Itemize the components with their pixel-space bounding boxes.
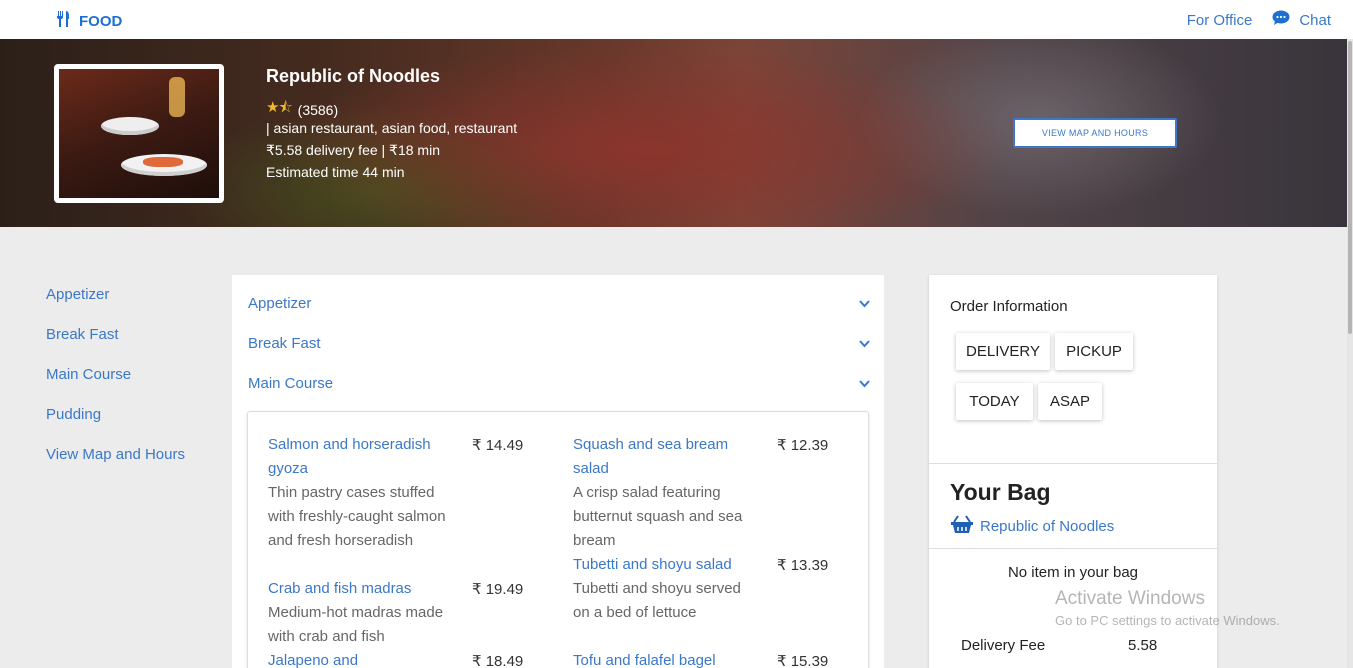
basket-icon xyxy=(950,514,974,538)
menu-item[interactable]: Salmon and horseradish gyoza Thin pastry… xyxy=(268,433,448,553)
restaurant-categories: | asian restaurant, asian food, restaura… xyxy=(266,120,518,136)
menu-item[interactable]: Tofu and falafel bagel xyxy=(573,649,773,668)
item-price: ₹ 15.39 xyxy=(777,653,829,668)
chat-link[interactable]: Chat xyxy=(1272,10,1331,30)
bag-restaurant[interactable]: Republic of Noodles xyxy=(950,514,1114,538)
star-rating-icon: ★⯪ xyxy=(266,99,293,116)
rating-count: (3586) xyxy=(297,101,339,118)
top-navbar: FOOD For Office Chat xyxy=(0,0,1353,39)
restaurant-name: Republic of Noodles xyxy=(266,66,441,86)
sidebar-item-main-course[interactable]: Main Course xyxy=(46,365,185,405)
item-price: ₹ 18.49 xyxy=(472,653,524,668)
delivery-fee-value: 5.58 xyxy=(1128,637,1158,654)
category-breakfast[interactable]: Break Fast xyxy=(248,335,870,352)
estimated-time: Estimated time 44 min xyxy=(266,164,405,180)
category-main-course[interactable]: Main Course xyxy=(248,375,870,392)
item-name[interactable]: Crab and fish madras xyxy=(268,577,448,601)
category-label: Break Fast xyxy=(248,335,321,352)
item-price: ₹ 14.49 xyxy=(472,437,524,454)
chevron-down-icon xyxy=(859,295,870,312)
menu-item[interactable]: Tubetti and shoyu salad Tubetti and shoy… xyxy=(573,553,753,625)
today-button[interactable]: TODAY xyxy=(956,383,1033,420)
item-name[interactable]: Tubetti and shoyu salad xyxy=(573,553,753,577)
for-office-link[interactable]: For Office xyxy=(1187,12,1253,29)
item-price: ₹ 12.39 xyxy=(777,437,829,454)
menu-panel: Appetizer Break Fast Main Course Salmon … xyxy=(232,275,884,668)
item-name[interactable]: Squash and sea bream salad xyxy=(573,433,753,481)
item-description: A crisp salad featuring butternut squash… xyxy=(573,484,743,549)
order-info-title: Order Information xyxy=(950,298,1068,315)
category-appetizer[interactable]: Appetizer xyxy=(248,295,870,312)
bag-title: Your Bag xyxy=(950,479,1051,505)
menu-item[interactable]: Jalapeno and xyxy=(268,649,448,668)
fork-knife-icon xyxy=(55,10,71,32)
brand-name: FOOD xyxy=(79,12,123,30)
chevron-down-icon xyxy=(859,375,870,392)
asap-button[interactable]: ASAP xyxy=(1038,383,1102,420)
bag-restaurant-name: Republic of Noodles xyxy=(980,517,1115,535)
sidebar-item-breakfast[interactable]: Break Fast xyxy=(46,325,185,365)
item-description: Thin pastry cases stuffed with freshly-c… xyxy=(268,484,446,549)
sidebar-item-view-map[interactable]: View Map and Hours xyxy=(46,445,185,485)
menu-items-list: Salmon and horseradish gyoza Thin pastry… xyxy=(247,411,869,668)
category-sidebar: Appetizer Break Fast Main Course Pudding… xyxy=(46,285,185,485)
divider xyxy=(929,463,1217,464)
chat-label: Chat xyxy=(1299,11,1331,29)
sidebar-item-pudding[interactable]: Pudding xyxy=(46,405,185,445)
menu-item[interactable]: Crab and fish madras Medium-hot madras m… xyxy=(268,577,448,649)
brand-logo[interactable]: FOOD xyxy=(55,10,122,32)
rating: ★⯪ (3586) xyxy=(266,97,338,122)
activate-windows-subtitle: Go to PC settings to activate Windows. xyxy=(1055,613,1280,628)
category-label: Appetizer xyxy=(248,295,312,312)
item-description: Tubetti and shoyu served on a bed of let… xyxy=(573,580,741,621)
sidebar-item-appetizer[interactable]: Appetizer xyxy=(46,285,185,325)
delivery-fee-label: Delivery Fee xyxy=(961,637,1046,654)
restaurant-hero: Republic of Noodles ★⯪ (3586) | asian re… xyxy=(0,39,1347,227)
view-map-button[interactable]: VIEW MAP AND HOURS xyxy=(1013,118,1177,148)
item-name[interactable]: Tofu and falafel bagel xyxy=(573,649,773,668)
category-label: Main Course xyxy=(248,375,334,392)
empty-bag-message: No item in your bag xyxy=(1007,564,1139,581)
item-description: Medium-hot madras made with crab and fis… xyxy=(268,604,444,645)
chevron-down-icon xyxy=(859,335,870,352)
item-name[interactable]: Jalapeno and xyxy=(268,649,448,668)
restaurant-thumbnail xyxy=(54,64,224,203)
item-name[interactable]: Salmon and horseradish gyoza xyxy=(268,433,448,481)
item-price: ₹ 19.49 xyxy=(472,581,524,598)
pickup-button[interactable]: PICKUP xyxy=(1055,333,1133,370)
delivery-fee-info: ₹5.58 delivery fee | ₹18 min xyxy=(266,142,440,158)
menu-item[interactable]: Squash and sea bream salad A crisp salad… xyxy=(573,433,753,553)
scrollbar-thumb[interactable] xyxy=(1348,41,1352,334)
activate-windows-watermark: Activate Windows xyxy=(1055,588,1205,609)
chat-bubble-icon xyxy=(1272,10,1290,30)
delivery-button[interactable]: DELIVERY xyxy=(956,333,1050,370)
divider xyxy=(929,548,1217,549)
item-price: ₹ 13.39 xyxy=(777,557,829,574)
